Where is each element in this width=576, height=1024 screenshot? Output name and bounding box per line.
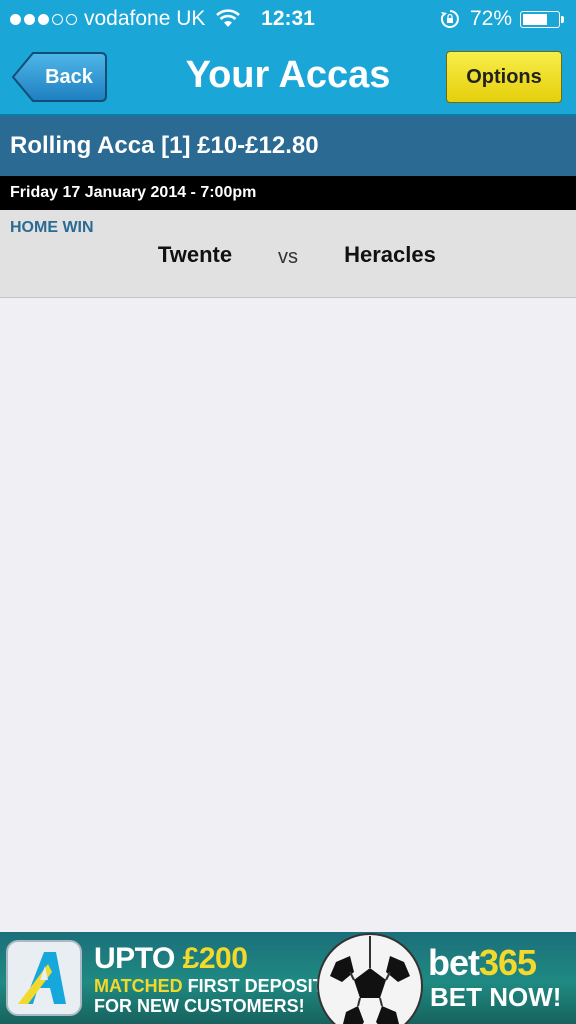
match-row[interactable]: HOME WIN Twente vs Heracles xyxy=(0,210,576,298)
home-team: Twente xyxy=(157,242,233,267)
battery-percent: 72% xyxy=(469,7,512,30)
ad-banner[interactable]: UPTO £200 MATCHED FIRST DEPOSIT FOR NEW … xyxy=(0,932,576,1024)
ad-subline: MATCHED FIRST DEPOSIT xyxy=(94,976,324,996)
status-right: 72% xyxy=(440,7,564,31)
options-button[interactable]: Options xyxy=(446,51,562,103)
brand-logo: bet365 xyxy=(428,942,537,983)
battery-icon xyxy=(520,10,560,28)
navigation-bar: Back Your Accas Options xyxy=(0,40,576,116)
football-icon xyxy=(317,933,423,1024)
ad-subline-2: FOR NEW CUSTOMERS! xyxy=(94,996,305,1016)
status-bar: vodafone UK 12:31 72% xyxy=(0,0,576,40)
acca-title: Rolling Acca [1] £10-£12.80 xyxy=(0,116,576,176)
back-button-label: Back xyxy=(45,66,93,88)
away-team: Heracles xyxy=(344,242,436,267)
app-logo-icon xyxy=(6,940,82,1016)
match-date: Friday 17 January 2014 - 7:00pm xyxy=(0,176,576,210)
rotation-lock-icon xyxy=(440,10,459,28)
back-button[interactable]: Back xyxy=(11,51,107,103)
bet-type-label: HOME WIN xyxy=(10,219,94,236)
versus-label: vs xyxy=(278,246,298,268)
ad-headline: UPTO £200 xyxy=(94,942,248,975)
page-title: Your Accas xyxy=(185,54,391,96)
bet-now-button[interactable]: BET NOW! xyxy=(430,982,561,1013)
